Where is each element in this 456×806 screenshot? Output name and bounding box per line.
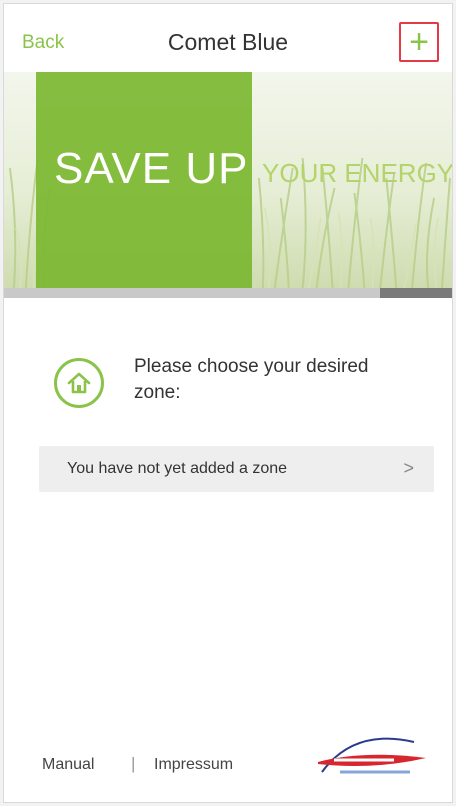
footer: Manual | Impressum bbox=[4, 724, 452, 794]
banner-headline: SAVE UP bbox=[54, 144, 249, 193]
zone-list-item[interactable]: You have not yet added a zone > bbox=[39, 446, 434, 492]
page-title: Comet Blue bbox=[167, 29, 289, 55]
page-indicator-active bbox=[380, 288, 452, 298]
chevron-right-icon: > bbox=[403, 458, 414, 478]
plus-icon: + bbox=[409, 23, 429, 61]
add-zone-button[interactable]: + bbox=[399, 22, 439, 62]
app-screen: Back Comet Blue + SAVE UP YOUR ENERGY Pl… bbox=[3, 3, 453, 803]
home-icon bbox=[54, 358, 104, 408]
page-indicator bbox=[4, 288, 452, 298]
zone-prompt: Please choose your desired zone: bbox=[54, 354, 434, 424]
banner-tagline: YOUR ENERGY bbox=[262, 158, 452, 188]
promo-banner: SAVE UP YOUR ENERGY bbox=[4, 72, 452, 288]
footer-separator: | bbox=[131, 754, 136, 773]
impressum-link[interactable]: Impressum bbox=[154, 756, 233, 774]
navigation-bar: Back Comet Blue + bbox=[4, 4, 452, 72]
zone-prompt-text: Please choose your desired zone: bbox=[134, 356, 369, 403]
company-logo bbox=[318, 737, 426, 774]
manual-link[interactable]: Manual bbox=[42, 756, 94, 774]
zone-list-item-label: You have not yet added a zone bbox=[67, 460, 288, 477]
